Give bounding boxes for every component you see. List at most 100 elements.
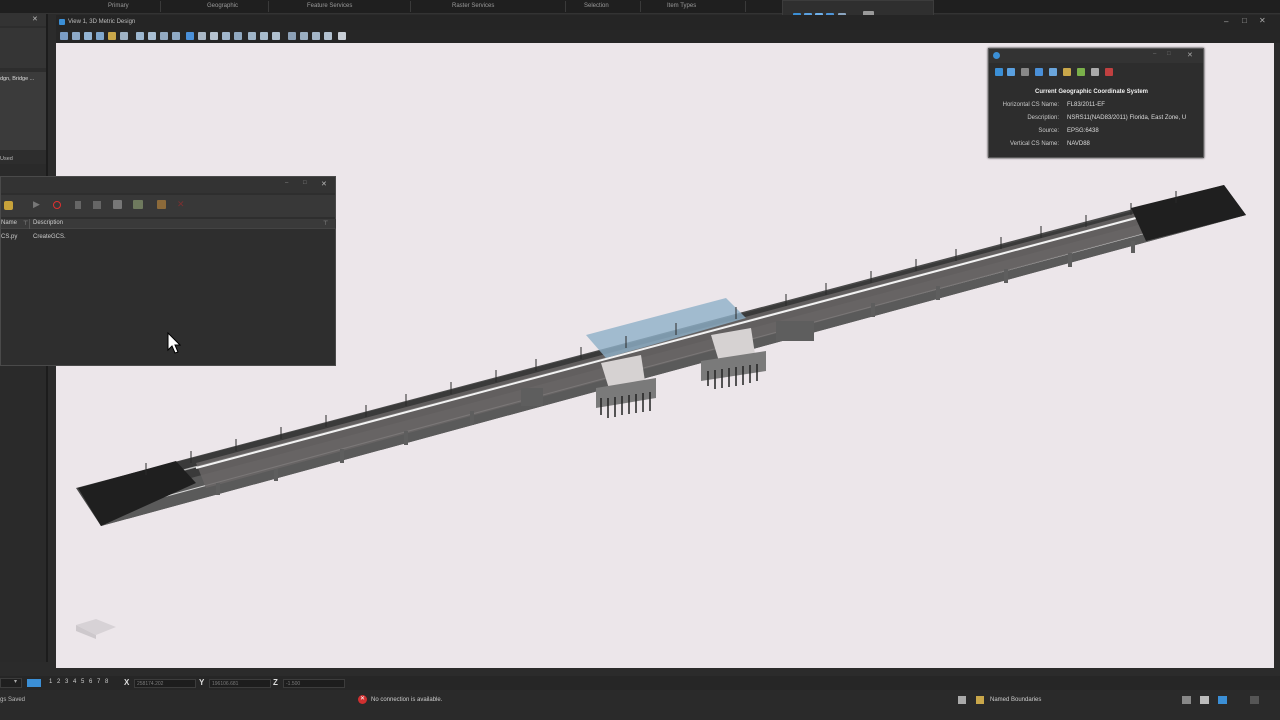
zoom-in-icon[interactable] (72, 32, 80, 40)
gcs-toolbar (993, 66, 1203, 78)
view-attributes-icon[interactable] (186, 32, 194, 40)
close-icon[interactable]: ✕ (1259, 16, 1266, 25)
update-view-icon[interactable] (60, 32, 68, 40)
x-coordinate-field[interactable]: 258174.202 (134, 679, 196, 688)
page-icon[interactable] (1200, 696, 1209, 704)
maximize-icon[interactable]: □ (303, 180, 307, 186)
library-icon[interactable] (1077, 68, 1085, 76)
view-axis-indicator[interactable] (76, 619, 116, 639)
view-number-2[interactable]: 2 (57, 679, 60, 685)
fit-view-icon[interactable] (108, 32, 116, 40)
close-icon[interactable]: ✕ (32, 15, 38, 23)
view-toggle-icon[interactable] (27, 679, 41, 687)
pause-icon[interactable] (75, 201, 81, 209)
display-icon[interactable] (1218, 696, 1227, 704)
macro-table-header: Name ⊤ Description ⊤ (1, 219, 336, 229)
grid-icon[interactable] (1182, 696, 1191, 704)
copy-icon[interactable] (1091, 68, 1099, 76)
view-number-5[interactable]: 5 (81, 679, 84, 685)
table-row[interactable]: CS.py CreateGCS. (1, 233, 336, 243)
left-panel-list[interactable]: dgn, Bridge ... (0, 72, 46, 150)
ribbon-group-raster-services[interactable]: Raster Services (452, 3, 494, 9)
transform-icon[interactable] (1035, 68, 1043, 76)
chevron-down-icon[interactable]: ▾ (14, 678, 17, 685)
folder-icon[interactable] (1063, 68, 1071, 76)
geographic-coordinate-system-panel: – □ ✕ Current Geographic Coordinate Syst… (988, 48, 1204, 158)
view-number-4[interactable]: 4 (73, 679, 76, 685)
boundary-icon[interactable] (976, 696, 984, 704)
view-number-1[interactable]: 1 (49, 679, 52, 685)
maximize-icon[interactable]: □ (1167, 51, 1171, 57)
minimize-icon[interactable]: – (1153, 51, 1156, 57)
shadow-icon[interactable] (272, 32, 280, 40)
settings-icon[interactable] (1250, 696, 1259, 704)
export-icon[interactable] (1049, 68, 1057, 76)
zoom-out-icon[interactable] (84, 32, 92, 40)
previous-view-icon[interactable] (160, 32, 168, 40)
record-icon[interactable] (53, 201, 61, 209)
column-header-description[interactable]: Description (33, 220, 63, 226)
used-label: Used (0, 156, 13, 162)
macro-description-cell[interactable]: CreateGCS. (33, 234, 66, 240)
walk-icon[interactable] (148, 32, 156, 40)
macro-name-cell[interactable]: CS.py (1, 234, 17, 240)
step-icon[interactable] (113, 200, 122, 209)
view-toolbar (56, 30, 1280, 43)
remove-icon[interactable] (1105, 68, 1113, 76)
stop-icon[interactable] (93, 201, 101, 209)
debug-icon[interactable] (133, 200, 143, 209)
globe-edit-icon[interactable] (1007, 68, 1015, 76)
mode-dropdown[interactable] (0, 678, 22, 688)
status-bar: ▾ 1 2 3 4 5 6 7 8 X 258174.202 Y 196106.… (0, 676, 1280, 720)
view-number-6[interactable]: 6 (89, 679, 92, 685)
gcs-value-description: NSRS11(NAD83/2011) Florida, East Zone, U (1067, 115, 1187, 121)
view-number-8[interactable]: 8 (105, 679, 108, 685)
minimize-icon[interactable]: – (1224, 17, 1228, 26)
window-area-icon[interactable] (96, 32, 104, 40)
list-item[interactable]: dgn, Bridge ... (0, 76, 34, 82)
filter-icon[interactable]: ⊤ (323, 220, 328, 227)
sort-icon[interactable]: ⊤ (23, 220, 28, 227)
next-view-icon[interactable] (172, 32, 180, 40)
camera-icon[interactable] (198, 32, 206, 40)
z-label: Z (273, 678, 278, 687)
delete-icon[interactable]: ✕ (177, 199, 185, 210)
rotate-view-icon[interactable] (120, 32, 128, 40)
edit-macro-icon[interactable] (157, 200, 166, 209)
ribbon-group-item-types[interactable]: Item Types (667, 3, 696, 9)
ribbon-group-selection[interactable]: Selection (584, 3, 609, 9)
column-header-name[interactable]: Name (1, 220, 17, 226)
view-number-7[interactable]: 7 (97, 679, 100, 685)
close-icon[interactable]: ✕ (1187, 51, 1193, 59)
connection-status: No connection is available. (371, 697, 443, 703)
pin-icon[interactable] (1021, 68, 1029, 76)
toggle-icon[interactable] (300, 32, 308, 40)
toggle-icon[interactable] (288, 32, 296, 40)
display-style-icon[interactable] (222, 32, 230, 40)
view-number-3[interactable]: 3 (65, 679, 68, 685)
clip-volume-icon[interactable] (210, 32, 218, 40)
view-rotation-icon[interactable] (248, 32, 256, 40)
pan-view-icon[interactable] (136, 32, 144, 40)
levels-icon[interactable] (260, 32, 268, 40)
ribbon-group-geographic[interactable]: Geographic (207, 3, 238, 9)
ribbon-group-primary[interactable]: Primary (108, 3, 129, 9)
render-icon[interactable] (234, 32, 242, 40)
load-macro-icon[interactable] (4, 201, 13, 210)
y-coordinate-field[interactable]: 196106.681 (209, 679, 271, 688)
lock-icon[interactable] (958, 696, 966, 704)
globe-icon[interactable] (995, 68, 1003, 76)
ribbon-separator (160, 1, 161, 12)
named-boundaries-label[interactable]: Named Boundaries (990, 697, 1041, 703)
minimize-icon[interactable]: – (285, 180, 288, 186)
z-coordinate-field[interactable]: -1.500 (283, 679, 345, 688)
close-icon[interactable]: ✕ (321, 180, 327, 188)
toggle-icon[interactable] (312, 32, 320, 40)
more-icon[interactable] (338, 32, 346, 40)
ribbon: Primary Geographic Feature Services Rast… (0, 0, 1280, 14)
ribbon-group-feature-services[interactable]: Feature Services (307, 3, 352, 9)
play-icon[interactable]: ▶ (33, 199, 40, 210)
toggle-icon[interactable] (324, 32, 332, 40)
left-panel-tree (0, 28, 46, 68)
maximize-icon[interactable]: □ (1242, 16, 1247, 25)
